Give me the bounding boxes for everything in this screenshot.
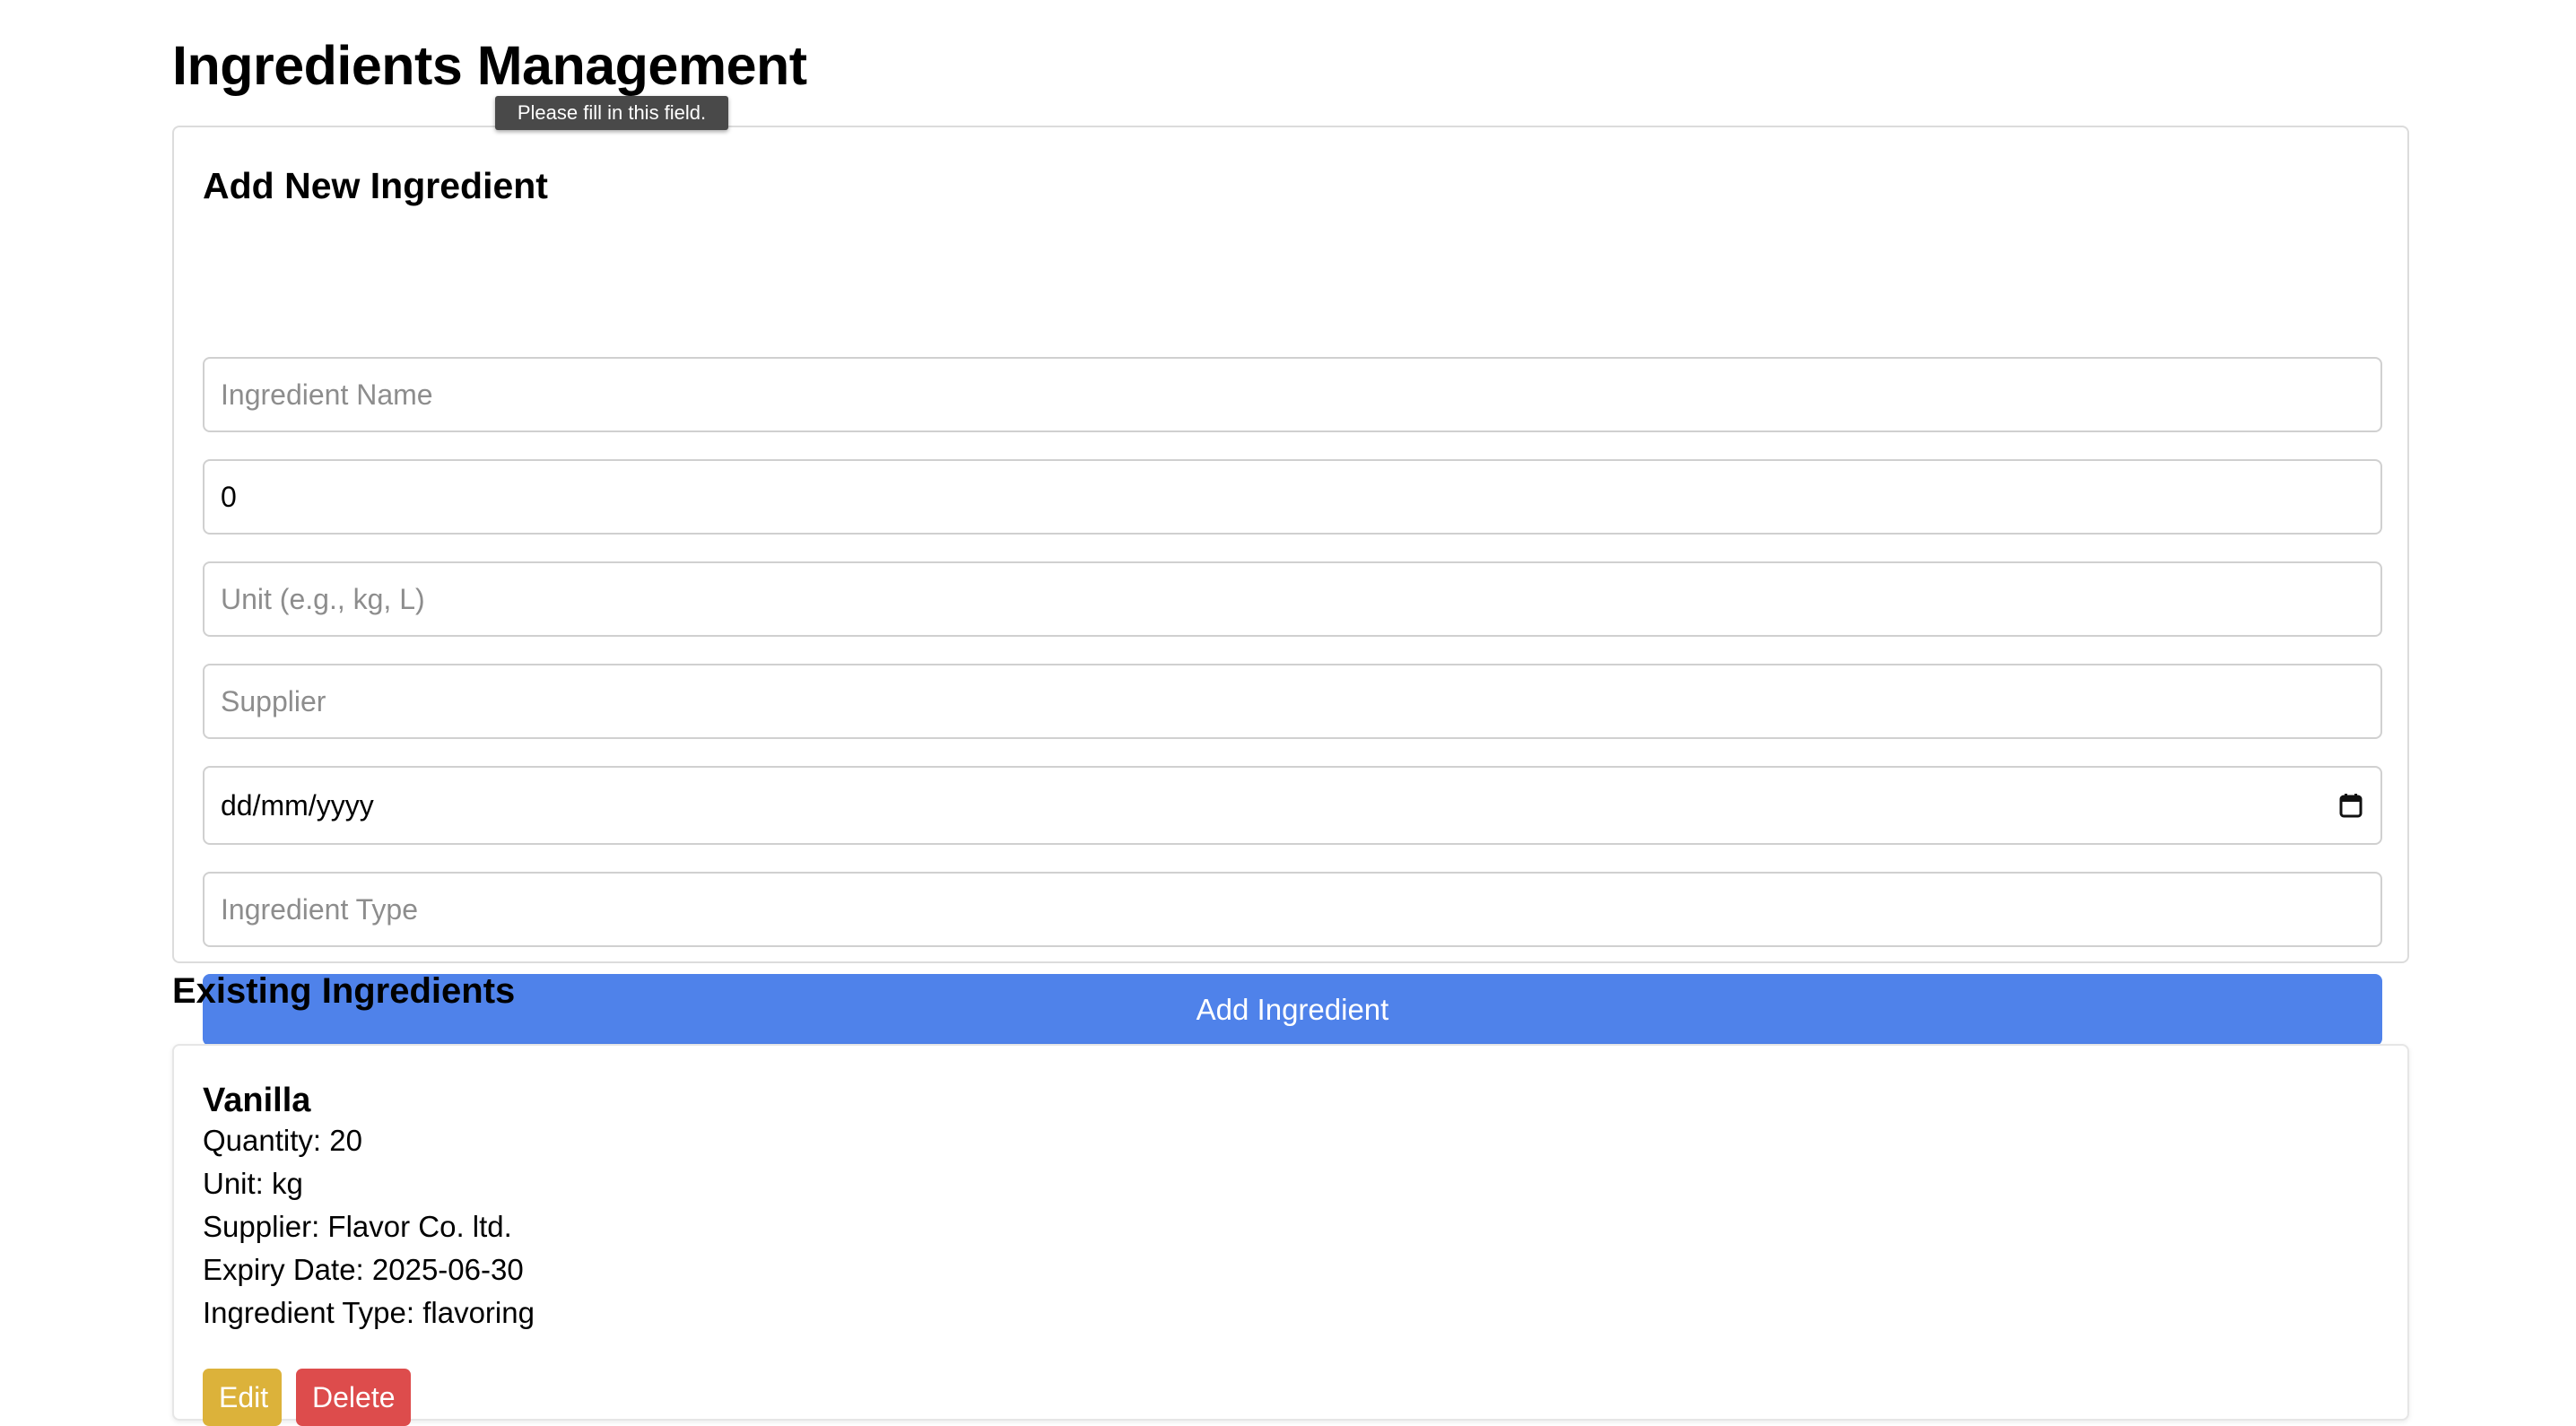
ingredient-card: Vanilla Quantity: 20 Unit: kg Supplier: …	[172, 1044, 2409, 1426]
expiry-date-input[interactable]: dd/mm/yyyy	[203, 766, 2382, 845]
unit-input[interactable]	[203, 561, 2382, 637]
calendar-icon[interactable]	[2337, 791, 2364, 820]
validation-tooltip: Please fill in this field.	[495, 96, 728, 130]
ingredient-name: Vanilla	[203, 1082, 311, 1119]
delete-button[interactable]: Delete	[296, 1369, 411, 1426]
edit-button[interactable]: Edit	[203, 1369, 282, 1426]
supplier-input[interactable]	[203, 664, 2382, 739]
ingredient-quantity: Quantity: 20	[203, 1124, 362, 1157]
page-title: Ingredients Management	[172, 35, 807, 96]
ingredient-supplier: Supplier: Flavor Co. ltd.	[203, 1210, 512, 1243]
add-ingredient-button[interactable]: Add Ingredient	[203, 974, 2382, 1046]
existing-ingredients-title: Existing Ingredients	[172, 971, 516, 1011]
date-format-text: dd/mm/yyyy	[221, 788, 374, 822]
ingredient-type-input[interactable]	[203, 872, 2382, 947]
ingredient-expiry-date: Expiry Date: 2025-06-30	[203, 1253, 524, 1286]
ingredient-type: Ingredient Type: flavoring	[203, 1296, 535, 1329]
form-title: Add New Ingredient	[203, 165, 548, 206]
add-ingredient-form: Add New Ingredient dd/mm/yyyy Add Ingred…	[172, 126, 2409, 1046]
ingredient-unit: Unit: kg	[203, 1167, 303, 1200]
ingredient-name-input[interactable]	[203, 357, 2382, 432]
quantity-input[interactable]	[203, 459, 2382, 535]
